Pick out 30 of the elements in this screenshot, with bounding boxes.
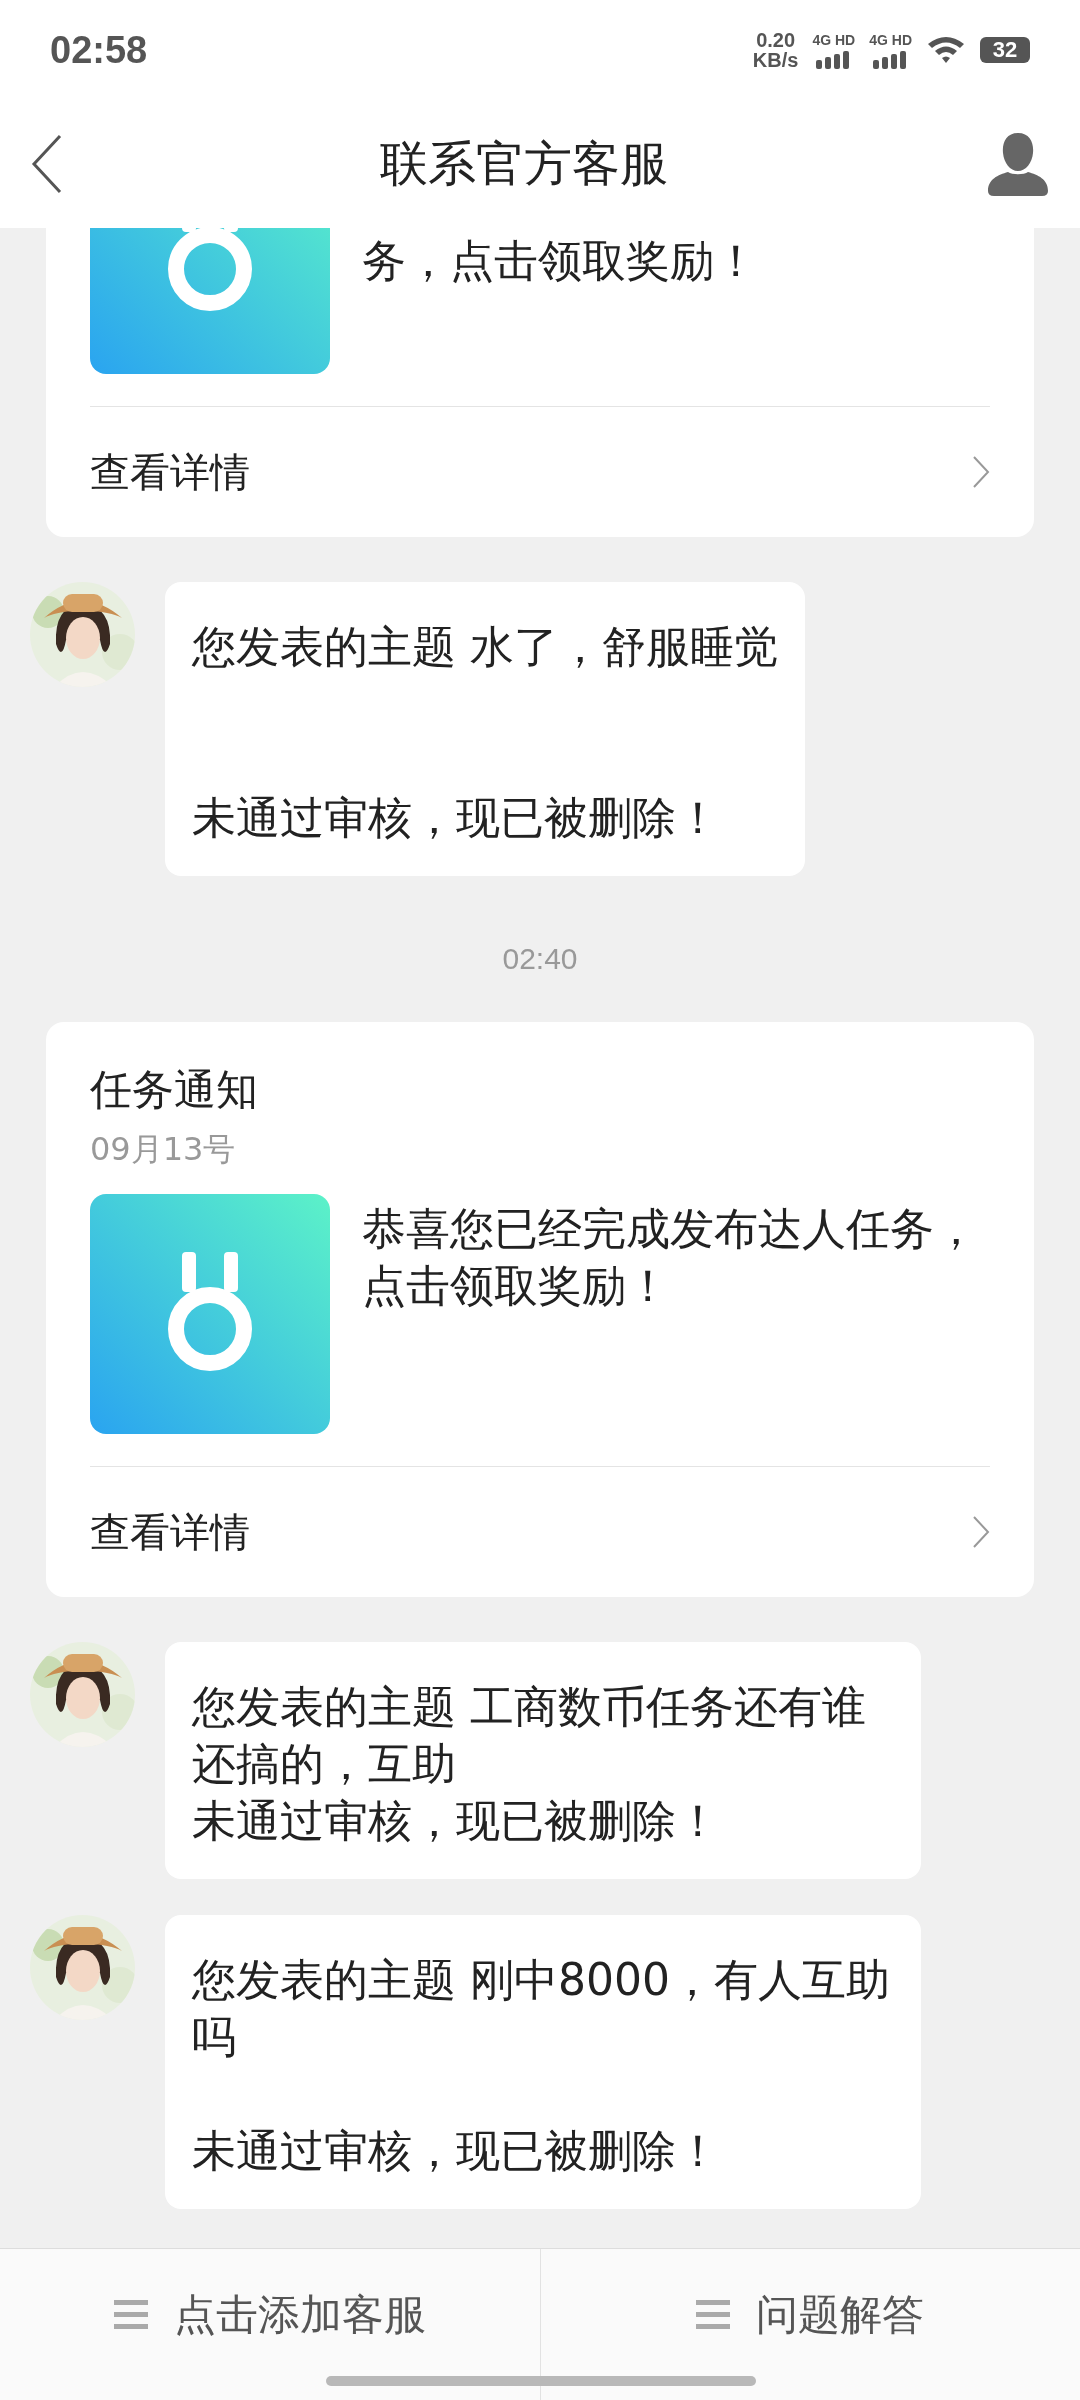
message-status: 未通过审核，现已被删除！ <box>192 791 721 845</box>
card-message: 恭喜您已经完成发布达人任务，点击领取奖励！ <box>362 1202 979 1313</box>
network-type: 4G HD <box>869 31 912 48</box>
message-topic: 您发表的主题 水了，舒服睡觉 <box>192 620 778 674</box>
card-title: 任务通知 <box>90 1064 259 1116</box>
network-speed: 0.20 <box>756 30 796 50</box>
message-status: 未通过审核，现已被删除！ <box>192 1794 721 1848</box>
view-details-link[interactable]: 查看详情 <box>90 1466 990 1597</box>
signal-icon <box>815 50 852 69</box>
message-status: 未通过审核，现已被删除！ <box>192 2124 721 2178</box>
signal-icon <box>872 50 909 69</box>
message-time: 02:40 <box>502 942 578 976</box>
page-title: 联系官方客服 <box>380 134 668 193</box>
message-topic: 您发表的主题 工商数币任务还有谁还搞的，互助 <box>192 1680 867 1791</box>
view-details-link[interactable]: 查看详情 <box>90 406 990 537</box>
battery-level: 32 <box>992 37 1018 63</box>
medal-icon <box>90 1194 330 1434</box>
menu-icon <box>696 2299 731 2330</box>
menu-button[interactable]: 问题解答 <box>686 2276 935 2353</box>
chevron-right-icon <box>972 1515 990 1549</box>
card-date: 09月13号 <box>90 1129 237 1170</box>
network-type: 4G HD <box>812 31 856 48</box>
card-message: 务，点击领取奖励！ <box>362 234 758 288</box>
chevron-right-icon <box>972 455 990 489</box>
menu-icon <box>113 2299 148 2330</box>
network-speed-unit: KB/s <box>752 50 799 70</box>
status-time: 02:58 <box>50 28 148 72</box>
back-icon[interactable] <box>30 134 64 194</box>
message-topic: 您发表的主题 刚中8000，有人互助吗 <box>192 1953 891 2064</box>
menu-button[interactable]: 点击添加客服 <box>103 2276 436 2353</box>
